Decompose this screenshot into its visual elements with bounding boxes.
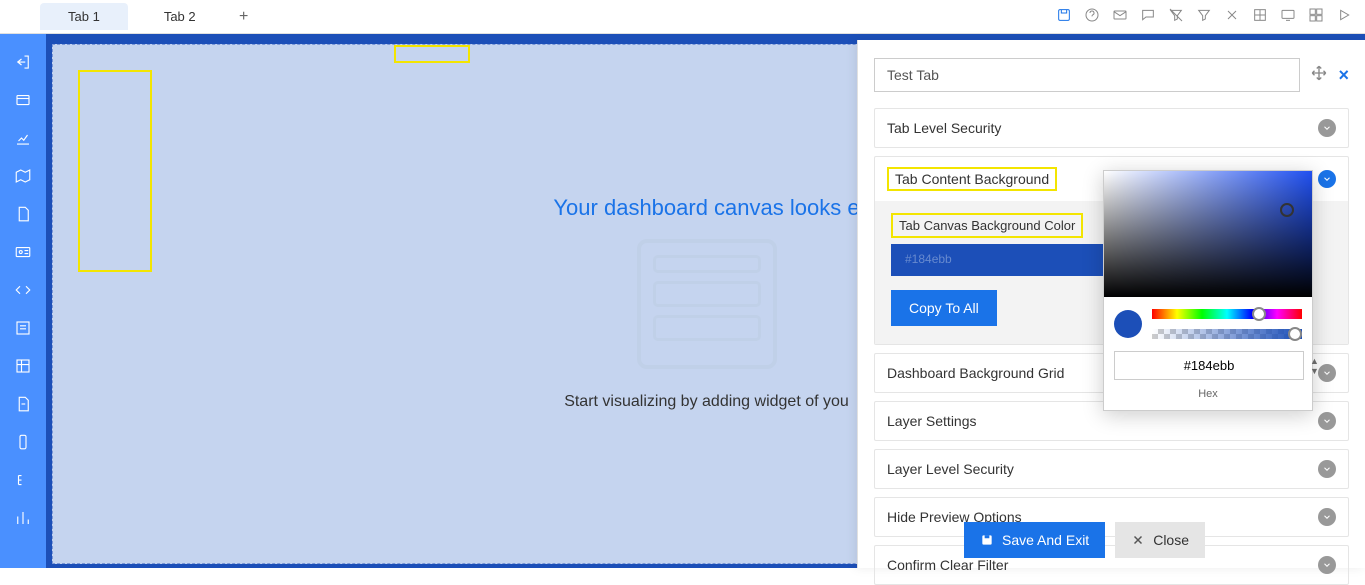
- map-icon[interactable]: [13, 166, 33, 186]
- chevron-down-icon: [1318, 170, 1336, 188]
- chevron-down-icon: [1318, 460, 1336, 478]
- section-label: Dashboard Background Grid: [887, 365, 1064, 381]
- filter-icon[interactable]: [1193, 4, 1215, 26]
- card-icon[interactable]: [13, 90, 33, 110]
- save-icon[interactable]: [1053, 4, 1075, 26]
- button-label: Save And Exit: [1002, 532, 1089, 548]
- chevron-down-icon: [1318, 556, 1336, 574]
- hue-slider[interactable]: [1152, 309, 1302, 319]
- copy-to-all-button[interactable]: Copy To All: [891, 290, 997, 326]
- grid-icon[interactable]: [1249, 4, 1271, 26]
- section-label: Tab Level Security: [887, 120, 1001, 136]
- alpha-thumb[interactable]: [1288, 327, 1302, 341]
- section-label: Confirm Clear Filter: [887, 557, 1008, 573]
- tools-icon[interactable]: [1221, 4, 1243, 26]
- button-label: Close: [1153, 532, 1189, 548]
- highlight-top: [394, 45, 470, 63]
- dashboard-icon[interactable]: [1305, 4, 1327, 26]
- screen-icon[interactable]: [1277, 4, 1299, 26]
- tab-name-input[interactable]: [874, 58, 1300, 92]
- canvas-placeholder-icon: [637, 239, 777, 369]
- move-icon[interactable]: [1310, 64, 1328, 87]
- mail-icon[interactable]: [1109, 4, 1131, 26]
- footer: Save And Exit Close: [964, 522, 1205, 558]
- saturation-field[interactable]: [1104, 171, 1312, 297]
- section-label: Layer Level Security: [887, 461, 1014, 477]
- exit-icon[interactable]: [13, 52, 33, 72]
- chevron-down-icon: [1318, 508, 1336, 526]
- table-icon[interactable]: [13, 356, 33, 376]
- hex-input[interactable]: [1114, 351, 1304, 380]
- tree-icon[interactable]: [13, 470, 33, 490]
- bar-icon[interactable]: [13, 508, 33, 528]
- code-icon[interactable]: [13, 280, 33, 300]
- canvas-bg-color-label: Tab Canvas Background Color: [893, 215, 1081, 236]
- add-tab-button[interactable]: +: [232, 5, 256, 29]
- tab-bar: Tab 1 Tab 2 +: [0, 0, 1365, 34]
- help-icon[interactable]: [1081, 4, 1103, 26]
- left-rail: [0, 34, 46, 568]
- section-label: Tab Content Background: [887, 167, 1057, 191]
- saturation-cursor[interactable]: [1280, 203, 1294, 217]
- chevron-down-icon: [1318, 119, 1336, 137]
- hex-label: Hex: [1104, 388, 1312, 410]
- color-swatch-input[interactable]: #184ebb: [891, 244, 1111, 276]
- close-panel-button[interactable]: ×: [1338, 65, 1349, 86]
- filter-off-icon[interactable]: [1165, 4, 1187, 26]
- color-picker: ▲▼ Hex: [1103, 170, 1313, 411]
- hue-thumb[interactable]: [1252, 307, 1266, 321]
- top-toolbar: [1053, 4, 1355, 26]
- chevron-down-icon: [1318, 412, 1336, 430]
- section-label: Layer Settings: [887, 413, 977, 429]
- doc-icon[interactable]: [13, 204, 33, 224]
- comment-icon[interactable]: [1137, 4, 1159, 26]
- chevron-down-icon: [1318, 364, 1336, 382]
- chart-icon[interactable]: [13, 128, 33, 148]
- page-icon[interactable]: [13, 394, 33, 414]
- id-icon[interactable]: [13, 242, 33, 262]
- phone-icon[interactable]: [13, 432, 33, 452]
- section-layer-security[interactable]: Layer Level Security: [875, 450, 1348, 488]
- form-icon[interactable]: [13, 318, 33, 338]
- format-stepper[interactable]: ▲▼: [1310, 356, 1319, 376]
- alpha-slider[interactable]: [1152, 329, 1302, 339]
- tab-2[interactable]: Tab 2: [136, 3, 224, 30]
- play-icon[interactable]: [1333, 4, 1355, 26]
- highlight-left: [78, 70, 152, 272]
- color-preview: [1114, 310, 1142, 338]
- tab-1[interactable]: Tab 1: [40, 3, 128, 30]
- save-and-exit-button[interactable]: Save And Exit: [964, 522, 1105, 558]
- close-button[interactable]: Close: [1115, 522, 1205, 558]
- section-tab-security[interactable]: Tab Level Security: [875, 109, 1348, 147]
